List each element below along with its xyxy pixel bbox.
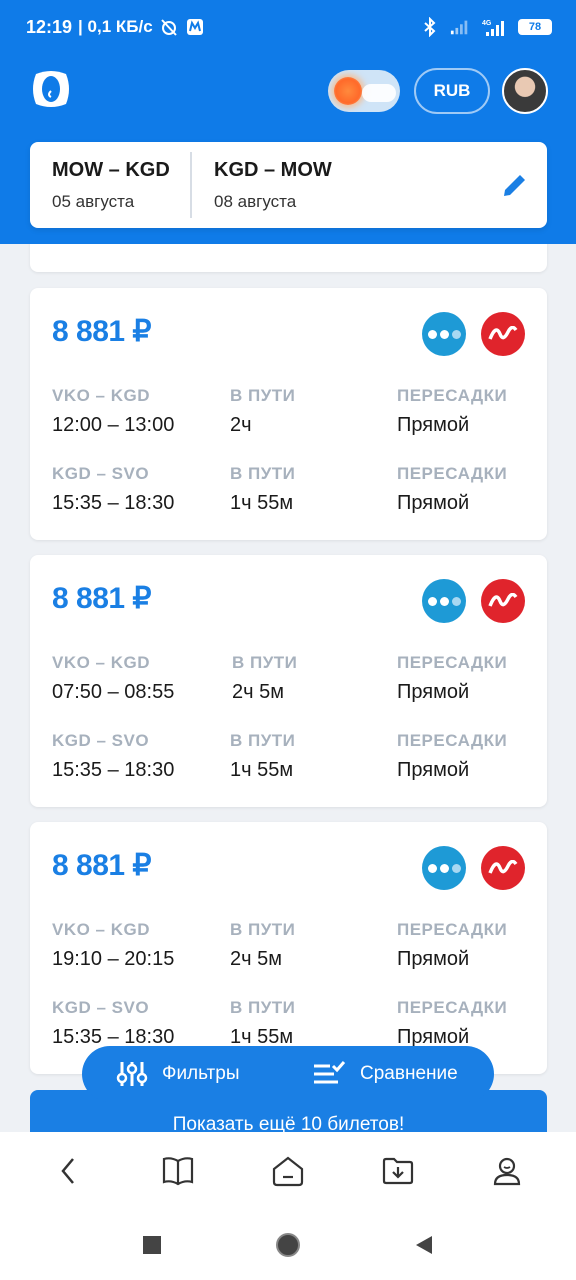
segment-stops: Прямой — [397, 948, 470, 970]
segment-time: 07:50 – 08:55 — [52, 681, 175, 703]
outbound-route: MOW – KGD 05 августа — [30, 159, 190, 212]
segment-time: 15:35 – 18:30 — [52, 759, 175, 781]
currency-button[interactable]: RUB — [414, 68, 490, 114]
duration-label: В ПУТИ — [230, 998, 296, 1017]
nav-book-button[interactable] — [148, 1141, 208, 1201]
segment-stops: Прямой — [397, 759, 470, 781]
ticket-card[interactable]: 8 881 ₽ VKO – KGD 12:00 – 13:00 В ПУТИ 2ч … — [30, 288, 547, 540]
segment-time: 12:00 – 13:00 — [52, 414, 175, 436]
segment-duration: 2ч — [230, 414, 252, 436]
segment-stops: Прямой — [397, 492, 470, 514]
edit-route-button[interactable] — [497, 167, 533, 203]
segment-route: VKO – KGD — [52, 386, 151, 405]
segment-duration: 2ч 5м — [232, 681, 284, 703]
duration-label: В ПУТИ — [232, 653, 298, 672]
segment-duration: 2ч 5м — [230, 948, 282, 970]
nav-home-button[interactable] — [258, 1141, 318, 1201]
compare-button[interactable]: Сравнение — [292, 1046, 458, 1102]
filters-label: Фильтры — [162, 1063, 240, 1084]
segment-route: KGD – SVO — [52, 731, 150, 750]
battery-icon: 78 — [518, 19, 552, 35]
segment-route: KGD – SVO — [52, 998, 150, 1017]
segment-stops: Прямой — [397, 681, 470, 703]
app-notification-icon — [185, 17, 205, 37]
system-navigation — [0, 1210, 576, 1280]
theme-toggle[interactable] — [328, 70, 400, 112]
chevron-left-icon — [61, 1158, 74, 1184]
airline-logo-icon — [422, 846, 466, 890]
circle-icon — [276, 1233, 300, 1257]
return-route-date: 08 августа — [214, 191, 297, 211]
cloud-icon — [362, 84, 396, 102]
status-bar: 12:19 | 0,1 КБ/с 4G 78 — [0, 0, 576, 54]
ticket-price: 8 881 ₽ — [52, 849, 152, 882]
airline-logo-icon — [422, 579, 466, 623]
segment-stops: Прямой — [397, 414, 470, 436]
segment-route: KGD – SVO — [52, 464, 150, 483]
app-header: RUB MOW – KGD 05 августа KGD – MOW 08 ав… — [0, 54, 576, 244]
duration-label: В ПУТИ — [230, 386, 296, 405]
sun-icon — [334, 77, 362, 105]
duration-label: В ПУТИ — [230, 464, 296, 483]
ticket-card-partial[interactable] — [30, 244, 547, 272]
download-folder-icon — [382, 1157, 413, 1185]
nav-back-button[interactable] — [39, 1141, 99, 1201]
signal-4g-icon: 4G — [480, 17, 508, 37]
segment-time: 15:35 – 18:30 — [52, 492, 175, 514]
ticket-card[interactable]: 8 881 ₽ VKO – KGD 07:50 – 08:55 В ПУТИ 2ч … — [30, 555, 547, 807]
stops-label: ПЕРЕСАДКИ — [397, 920, 508, 939]
segment-route: VKO – KGD — [52, 653, 151, 672]
square-icon — [143, 1236, 161, 1254]
nav-profile-button[interactable] — [477, 1141, 537, 1201]
segment-duration: 1ч 55м — [230, 492, 294, 514]
segment-time: 19:10 – 20:15 — [52, 948, 175, 970]
airline-logo-icon — [481, 312, 525, 356]
outbound-route-date: 05 августа — [52, 191, 135, 211]
stops-label: ПЕРЕСАДКИ — [397, 653, 508, 672]
home-icon — [272, 1156, 304, 1187]
status-net-speed: | 0,1 КБ/с — [78, 17, 153, 36]
stops-label: ПЕРЕСАДКИ — [397, 998, 508, 1017]
route-summary-card[interactable]: MOW – KGD 05 августа KGD – MOW 08 август… — [30, 142, 547, 228]
profile-icon — [494, 1157, 521, 1186]
triangle-back-icon — [416, 1236, 432, 1254]
ticket-price: 8 881 ₽ — [52, 582, 152, 615]
app-logo-icon[interactable] — [30, 68, 72, 110]
airline-logo-icon — [481, 846, 525, 890]
airline-logo-icon — [422, 312, 466, 356]
nav-downloads-button[interactable] — [368, 1141, 428, 1201]
battery-level: 78 — [528, 21, 542, 33]
avatar[interactable] — [502, 68, 548, 114]
recent-apps-button[interactable] — [134, 1227, 170, 1263]
pencil-icon — [504, 172, 528, 196]
stops-label: ПЕРЕСАДКИ — [397, 386, 508, 405]
segment-route: VKO – KGD — [52, 920, 151, 939]
book-icon — [163, 1157, 194, 1186]
duration-label: В ПУТИ — [230, 731, 296, 750]
compare-label: Сравнение — [360, 1063, 458, 1084]
segment-duration: 1ч 55м — [230, 759, 294, 781]
filter-sliders-icon — [116, 1062, 148, 1086]
filters-button[interactable]: Фильтры — [82, 1046, 292, 1102]
outbound-route-title: MOW – KGD — [52, 158, 170, 181]
svg-text:4G: 4G — [482, 20, 492, 27]
bluetooth-icon — [420, 17, 440, 37]
signal-icon — [450, 17, 470, 37]
return-route: KGD – MOW 08 августа — [190, 152, 350, 218]
airline-logo-icon — [481, 579, 525, 623]
stops-label: ПЕРЕСАДКИ — [397, 464, 508, 483]
system-home-button[interactable] — [270, 1227, 306, 1263]
alarm-off-icon — [159, 17, 179, 37]
floating-action-bar: Фильтры Сравнение — [82, 1046, 494, 1102]
duration-label: В ПУТИ — [230, 920, 296, 939]
ticket-card[interactable]: 8 881 ₽ VKO – KGD 19:10 – 20:15 В ПУТИ 2ч … — [30, 822, 547, 1074]
return-route-title: KGD – MOW — [214, 158, 332, 181]
system-back-button[interactable] — [406, 1227, 442, 1263]
ticket-price: 8 881 ₽ — [52, 315, 152, 348]
compare-list-icon — [314, 1061, 346, 1084]
status-time: 12:19 — [26, 16, 73, 37]
ticket-list[interactable]: 8 881 ₽ VKO – KGD 12:00 – 13:00 В ПУТИ 2ч … — [0, 244, 576, 1132]
bottom-navigation — [0, 1132, 576, 1210]
stops-label: ПЕРЕСАДКИ — [397, 731, 508, 750]
